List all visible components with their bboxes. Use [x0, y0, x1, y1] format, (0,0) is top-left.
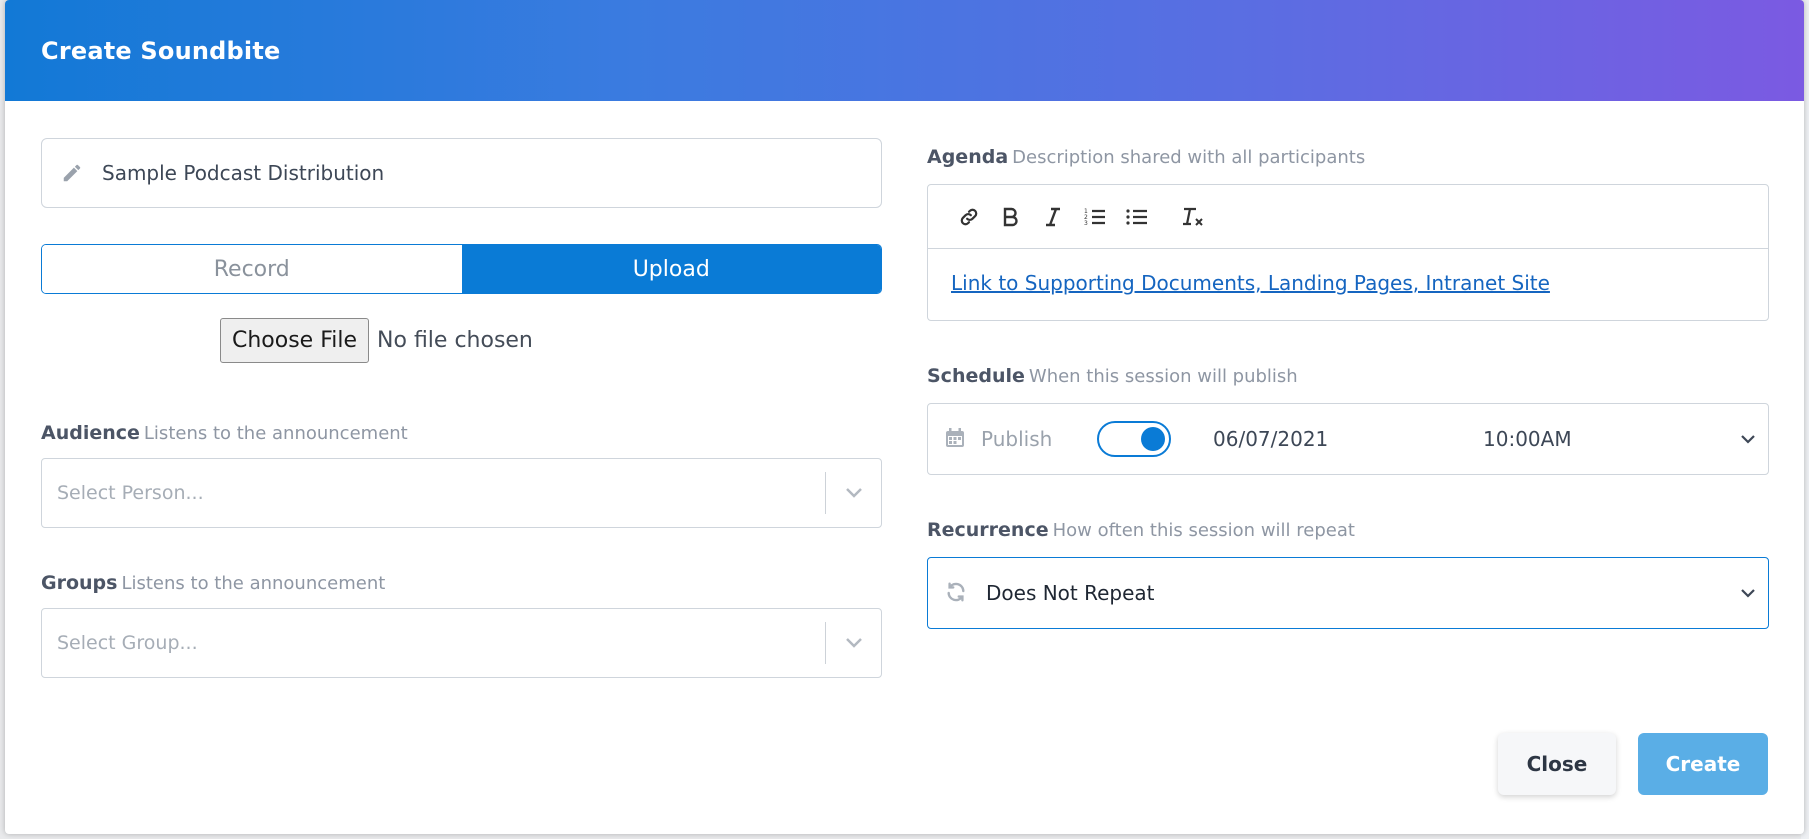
recurrence-label: Recurrence How often this session will re… — [927, 519, 1769, 541]
schedule-field: Publish 06/07/2021 10:00AM — [927, 403, 1769, 475]
recurrence-select[interactable]: Does Not Repeat — [927, 557, 1769, 629]
groups-select[interactable]: Select Group... — [41, 608, 882, 678]
upload-tab[interactable]: Upload — [461, 245, 881, 293]
ordered-list-icon[interactable]: 123 — [1074, 202, 1116, 232]
schedule-label: Schedule When this session will publish — [927, 365, 1769, 387]
file-status-text: No file chosen — [377, 328, 533, 353]
publish-date[interactable]: 06/07/2021 — [1213, 427, 1483, 451]
clear-format-icon[interactable] — [1172, 202, 1214, 232]
create-soundbite-modal: Create Soundbite Sample Podcast Distribu… — [5, 0, 1804, 834]
toggle-knob — [1141, 427, 1165, 451]
groups-label: Groups Listens to the announcement — [41, 572, 882, 594]
audience-placeholder: Select Person... — [57, 482, 204, 504]
editor-content[interactable]: Link to Supporting Documents, Landing Pa… — [928, 249, 1768, 295]
recurrence-label-title: Recurrence — [927, 519, 1049, 541]
schedule-label-title: Schedule — [927, 365, 1025, 387]
bold-icon[interactable] — [990, 202, 1032, 232]
audience-label-hint: Listens to the announcement — [143, 423, 408, 444]
agenda-label-hint: Description shared with all participants — [1012, 147, 1366, 168]
audience-select[interactable]: Select Person... — [41, 458, 882, 528]
groups-placeholder: Select Group... — [57, 632, 198, 654]
chevron-down-icon[interactable] — [1728, 434, 1768, 444]
recurrence-label-hint: How often this session will repeat — [1052, 520, 1355, 541]
modal-footer: Close Create — [1498, 733, 1768, 795]
calendar-icon — [945, 428, 967, 450]
modal-header: Create Soundbite — [5, 0, 1804, 101]
chevron-down-icon[interactable] — [1728, 588, 1768, 598]
choose-file-button[interactable]: Choose File — [220, 318, 370, 363]
svg-text:3: 3 — [1084, 220, 1088, 227]
audience-label-title: Audience — [41, 422, 140, 444]
left-column: Sample Podcast Distribution Record Uploa… — [41, 138, 882, 678]
agenda-editor[interactable]: 123 Link to Supporting Documents, Landin… — [927, 184, 1769, 321]
recurrence-value: Does Not Repeat — [986, 581, 1155, 605]
bullet-list-icon[interactable] — [1116, 202, 1158, 232]
refresh-icon — [945, 581, 969, 605]
link-icon[interactable] — [948, 202, 990, 232]
create-button[interactable]: Create — [1638, 733, 1768, 795]
pencil-icon — [60, 161, 84, 185]
publish-label: Publish — [981, 427, 1053, 451]
soundbite-title-field[interactable]: Sample Podcast Distribution — [41, 138, 882, 208]
close-button[interactable]: Close — [1498, 733, 1616, 795]
record-upload-toggle: Record Upload — [41, 244, 882, 294]
italic-icon[interactable] — [1032, 202, 1074, 232]
publish-toggle[interactable] — [1097, 421, 1171, 457]
record-tab[interactable]: Record — [42, 245, 462, 293]
publish-time[interactable]: 10:00AM — [1483, 427, 1728, 451]
supporting-documents-link[interactable]: Link to Supporting Documents, Landing Pa… — [951, 271, 1550, 295]
right-column: Agenda Description shared with all partic… — [927, 138, 1769, 629]
file-input-row: Choose File No file chosen — [41, 318, 882, 363]
soundbite-title-value: Sample Podcast Distribution — [102, 161, 385, 185]
agenda-label-title: Agenda — [927, 146, 1009, 168]
groups-label-hint: Listens to the announcement — [121, 573, 386, 594]
schedule-label-hint: When this session will publish — [1028, 366, 1298, 387]
agenda-label: Agenda Description shared with all partic… — [927, 146, 1769, 168]
chevron-down-icon[interactable] — [826, 637, 881, 649]
groups-label-title: Groups — [41, 572, 118, 594]
audience-label: Audience Listens to the announcement — [41, 422, 882, 444]
chevron-down-icon[interactable] — [826, 487, 881, 499]
modal-title: Create Soundbite — [41, 36, 281, 65]
editor-toolbar: 123 — [928, 185, 1768, 249]
